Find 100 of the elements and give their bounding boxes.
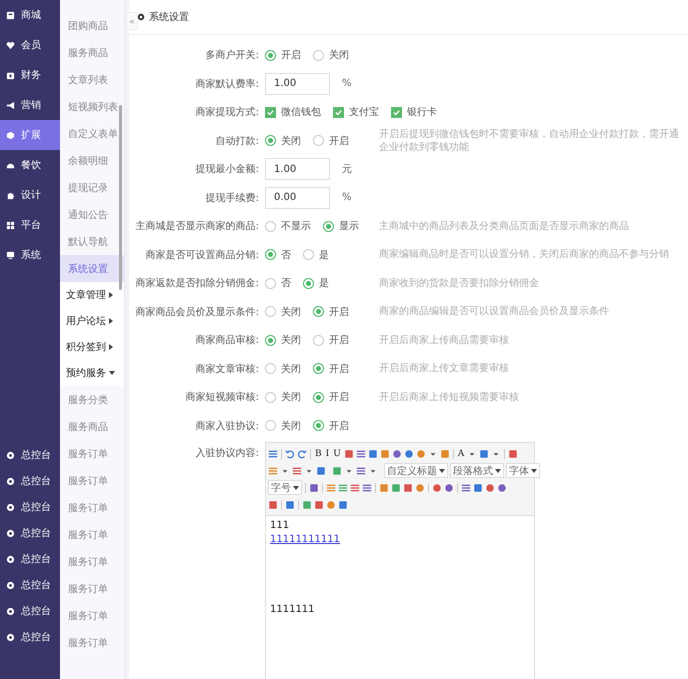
square-icon[interactable] [508,448,518,458]
gear-icon [6,632,15,642]
radio-option[interactable]: 关闭 [265,333,301,348]
radio-option[interactable]: 是 [303,276,329,290]
radio-option[interactable]: 显示 [323,219,359,234]
field-label: 商家短视频审核: [184,390,259,404]
gear-icon [6,528,15,538]
radio-option[interactable]: 否 [265,276,291,290]
radio-option[interactable]: 是 [303,248,329,262]
sidebar-item[interactable]: 总控台 [0,494,60,520]
square-icon[interactable] [302,500,312,510]
sidebar-item[interactable]: 营销 [0,90,60,120]
submenu-group[interactable]: 用户论坛 [60,308,124,334]
dropdown[interactable]: 段落格式 [450,463,504,478]
input-field[interactable]: 1.00 [265,72,330,95]
checkbox-option[interactable]: 支付宝 [333,105,379,120]
format-button[interactable]: U [332,448,342,458]
sidebar-item[interactable]: 餐饮 [0,150,60,180]
radio-option[interactable]: 不显示 [265,219,311,234]
radio-option[interactable]: 开启 [313,362,349,376]
input-field[interactable]: 0.00 [265,186,330,209]
sidebar-item[interactable]: 财务 [0,60,60,90]
sidebar-item[interactable]: 总控台 [0,598,60,624]
square-icon[interactable] [379,482,389,492]
square-icon[interactable] [338,500,348,510]
square-icon[interactable] [479,448,490,458]
checkbox-option[interactable]: 微信钱包 [265,105,321,120]
square-icon[interactable] [268,500,278,510]
sidebar-item[interactable]: 平台 [0,210,60,240]
circle-icon[interactable] [326,500,336,510]
sidebar-item[interactable]: 系统 [0,240,60,270]
dropdown[interactable]: 字体 [506,463,540,478]
square-icon[interactable] [309,482,319,492]
circle-icon[interactable] [485,482,495,492]
lines-icon[interactable] [461,482,471,492]
checkbox-option[interactable]: 银行卡 [391,105,437,120]
lines-icon[interactable] [362,482,372,492]
square-icon[interactable] [285,500,295,510]
circle-icon[interactable] [404,448,414,458]
format-button[interactable]: B [314,448,323,458]
undo-icon[interactable] [285,448,295,458]
square-icon[interactable] [403,482,413,492]
sidebar-item[interactable]: 总控台 [0,624,60,650]
radio-option[interactable]: 关闭 [265,418,301,433]
sidebar-item[interactable]: 总控台 [0,546,60,572]
sidebar-item[interactable]: 总控台 [0,468,60,494]
sidebar-item[interactable]: 会员 [0,30,60,60]
redo-icon[interactable] [297,448,307,458]
circle-icon[interactable] [392,448,402,458]
submenu-group[interactable]: 积分签到 [60,334,124,360]
circle-icon[interactable] [415,482,425,492]
scrollbar[interactable] [119,105,122,290]
format-button[interactable]: I [324,448,330,458]
dropdown[interactable]: 自定义标题 [384,463,448,478]
lines-icon[interactable] [356,466,366,476]
radio-option[interactable]: 关闭 [265,362,301,376]
caret-icon [531,468,537,472]
input-field[interactable]: 1.00 [265,158,330,180]
radio-option[interactable]: 关闭 [265,390,301,404]
submenu-group[interactable]: 文章管理 [60,282,124,308]
lines-icon[interactable] [338,482,348,492]
lines-icon[interactable] [326,482,336,492]
lines-icon[interactable] [292,466,302,476]
wallet-icon [6,70,15,80]
radio-option[interactable]: 否 [265,248,291,262]
square-icon[interactable] [344,448,354,458]
square-icon[interactable] [391,482,401,492]
editor-link[interactable]: 11111111111 [270,534,340,545]
radio-option[interactable]: 关闭 [265,134,301,148]
dropdown[interactable]: 字号 [268,480,302,495]
sidebar-item[interactable]: 扩展 [0,120,60,150]
square-icon[interactable] [314,500,324,510]
radio-option[interactable]: 开启 [265,48,301,62]
sidebar-item[interactable]: 商城 [0,0,60,30]
circle-icon[interactable] [432,482,442,492]
radio-option[interactable]: 关闭 [313,48,349,62]
square-icon[interactable] [316,466,326,476]
square-icon[interactable] [473,482,483,492]
sidebar-item[interactable]: 总控台 [0,442,60,468]
radio-option[interactable]: 开启 [313,134,349,148]
format-button[interactable]: A [456,448,466,458]
circle-icon[interactable] [444,482,454,492]
radio-option[interactable]: 开启 [313,390,349,404]
submenu-group[interactable]: 预约服务 [60,360,124,386]
radio-option[interactable]: 关闭 [265,304,301,319]
lines-icon[interactable] [268,448,278,458]
sidebar-item[interactable]: 总控台 [0,520,60,546]
sidebar-item[interactable]: 总控台 [0,572,60,598]
radio-option[interactable]: 开启 [313,418,349,433]
lines-icon[interactable] [350,482,360,492]
radio-option[interactable]: 开启 [313,333,349,348]
monitor-icon [6,250,15,260]
lines-icon[interactable] [356,448,366,458]
radio-option[interactable]: 开启 [313,304,349,319]
sidebar-item[interactable]: 设计 [0,180,60,210]
square-icon[interactable] [368,448,378,458]
circle-icon[interactable] [497,482,507,492]
submenu-item[interactable]: 系统设置 [60,255,124,282]
gear-icon [137,13,145,21]
square-icon[interactable] [380,448,390,458]
